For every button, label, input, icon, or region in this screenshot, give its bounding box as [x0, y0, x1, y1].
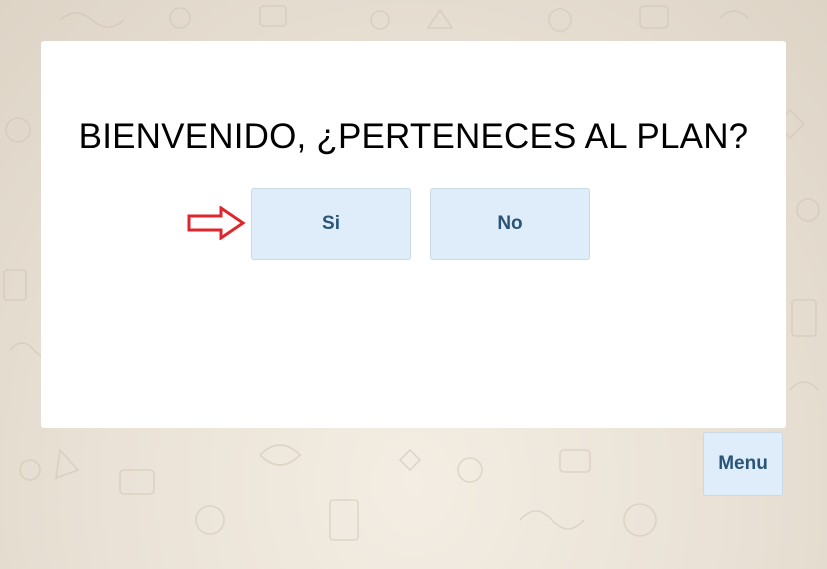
yes-button[interactable]: Si — [251, 188, 411, 260]
welcome-dialog — [41, 41, 786, 428]
arrow-right-icon — [187, 206, 246, 240]
no-button[interactable]: No — [430, 188, 590, 260]
welcome-title: BIENVENIDO, ¿PERTENECES AL PLAN? — [78, 117, 749, 156]
menu-button[interactable]: Menu — [703, 432, 783, 496]
